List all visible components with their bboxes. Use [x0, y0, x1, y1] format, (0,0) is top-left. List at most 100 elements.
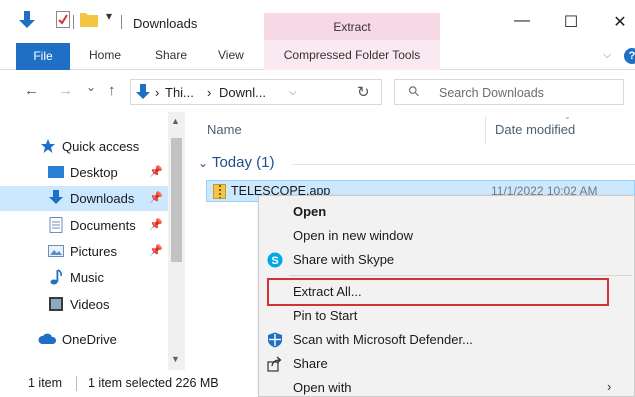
- pin-icon: 📌: [149, 219, 163, 231]
- nav-pane-scrollbar[interactable]: ▲ ▼: [168, 112, 185, 370]
- nav-label: Downloads: [70, 191, 135, 206]
- minimize-button[interactable]: —: [507, 12, 537, 30]
- maximize-button[interactable]: ☐: [556, 12, 586, 32]
- nav-item-documents[interactable]: Documents 📌: [0, 213, 168, 238]
- menu-item-share-with-skype[interactable]: S Share with Skype: [259, 248, 635, 272]
- menu-item-label: Share: [293, 356, 328, 371]
- breadcrumb-separator: ›: [207, 85, 212, 100]
- documents-icon: [49, 217, 63, 233]
- scroll-up-icon[interactable]: ▲: [171, 116, 180, 126]
- nav-label: Pictures: [70, 244, 117, 259]
- properties-icon[interactable]: [56, 11, 70, 28]
- title-separator: [73, 15, 74, 29]
- tab-file[interactable]: File: [16, 43, 70, 70]
- pin-icon: 📌: [149, 192, 163, 204]
- nav-label: OneDrive: [62, 332, 117, 347]
- extract-context-header[interactable]: Extract: [264, 13, 440, 40]
- defender-icon: [268, 332, 282, 348]
- downloads-icon: [49, 190, 63, 204]
- onedrive-icon: [38, 333, 57, 344]
- sort-indicator-icon: ⌄: [564, 112, 571, 121]
- menu-item-label: Scan with Microsoft Defender...: [293, 332, 473, 347]
- forward-button[interactable]: →: [58, 82, 73, 99]
- videos-icon: [49, 297, 63, 311]
- tab-home[interactable]: Home: [89, 40, 121, 70]
- nav-item-onedrive[interactable]: OneDrive: [0, 327, 168, 352]
- title-separator: [121, 15, 122, 29]
- tab-view[interactable]: View: [218, 40, 244, 70]
- share-icon: [267, 356, 282, 372]
- pin-icon: 📌: [149, 245, 163, 257]
- svg-text:S: S: [271, 255, 278, 267]
- breadcrumb-separator: ›: [155, 85, 160, 100]
- column-separator[interactable]: [485, 116, 486, 144]
- menu-separator: [289, 275, 632, 276]
- status-separator: [76, 376, 77, 391]
- menu-item-label: Open with: [293, 380, 352, 395]
- nav-item-videos[interactable]: Videos: [0, 292, 168, 317]
- group-header-today[interactable]: ⌄ Today (1): [198, 154, 275, 171]
- music-icon: [50, 269, 62, 285]
- search-icon: ⚲: [404, 81, 424, 101]
- menu-item-share[interactable]: Share: [259, 352, 635, 376]
- scrollbar-thumb[interactable]: [171, 138, 182, 262]
- nav-label: Music: [70, 270, 104, 285]
- nav-label: Quick access: [62, 139, 140, 154]
- address-bar[interactable]: › Thi... › Downl... ⌵ ↻: [130, 79, 382, 105]
- context-menu: Open Open in new window S Share with Sky…: [258, 195, 635, 397]
- recent-locations-button[interactable]: ⌄: [86, 80, 96, 94]
- status-item-count: 1 item: [28, 376, 63, 390]
- menu-item-scan-with-defender[interactable]: Scan with Microsoft Defender...: [259, 328, 635, 352]
- close-button[interactable]: ✕: [605, 12, 635, 32]
- menu-item-label: Share with Skype: [293, 252, 395, 267]
- downloads-location-icon: [136, 84, 150, 99]
- ribbon-expand-chevron-icon[interactable]: ⌵: [603, 49, 611, 62]
- menu-item-open-with[interactable]: Open with ›: [259, 376, 635, 397]
- breadcrumb-this-pc[interactable]: Thi...: [165, 85, 194, 100]
- back-button[interactable]: ←: [24, 82, 39, 99]
- search-box[interactable]: ⚲ Search Downloads: [394, 79, 624, 105]
- pictures-icon: [48, 245, 64, 257]
- zip-folder-icon: [213, 184, 226, 199]
- nav-item-pictures[interactable]: Pictures 📌: [0, 239, 168, 264]
- group-header-label: Today (1): [211, 154, 275, 171]
- menu-item-pin-to-start[interactable]: Pin to Start: [259, 304, 635, 328]
- nav-item-quick-access[interactable]: Quick access: [0, 134, 168, 159]
- window-title: Downloads: [133, 16, 198, 31]
- menu-item-open[interactable]: Open: [259, 200, 635, 224]
- tab-share[interactable]: Share: [155, 40, 187, 70]
- menu-item-open-in-new-window[interactable]: Open in new window: [259, 224, 635, 248]
- menu-item-label: Open: [293, 204, 327, 219]
- title-bar: ▾ Downloads Extract — ☐ ✕: [0, 0, 635, 40]
- downloads-arrow-icon[interactable]: [19, 11, 35, 29]
- collapse-group-icon: ⌄: [198, 156, 209, 170]
- breadcrumb-downloads[interactable]: Downl...: [219, 85, 266, 100]
- column-header-name[interactable]: Name: [207, 122, 242, 137]
- submenu-arrow-icon: ›: [607, 379, 612, 394]
- status-selection: 1 item selected 226 MB: [88, 376, 219, 390]
- up-button[interactable]: ↑: [108, 82, 116, 99]
- ribbon-tabs: File Home Share View Compressed Folder T…: [0, 40, 635, 70]
- address-row: ← → ⌄ ↑ › Thi... › Downl... ⌵ ↻ ⚲ Search…: [0, 70, 635, 112]
- menu-item-label: Pin to Start: [293, 308, 358, 323]
- nav-item-music[interactable]: Music: [0, 265, 168, 290]
- nav-label: Documents: [70, 218, 136, 233]
- tab-compressed-folder-tools[interactable]: Compressed Folder Tools: [264, 40, 440, 70]
- column-header-date-modified[interactable]: Date modified: [495, 122, 575, 137]
- menu-item-label: Open in new window: [293, 228, 413, 243]
- new-folder-icon[interactable]: [80, 11, 98, 27]
- address-dropdown-icon[interactable]: ⌵: [289, 87, 297, 98]
- nav-label: Desktop: [70, 165, 118, 180]
- nav-item-downloads[interactable]: Downloads 📌: [0, 186, 168, 211]
- quick-access-toolbar-dropdown-icon[interactable]: ▾: [106, 9, 112, 23]
- refresh-button[interactable]: ↻: [357, 83, 370, 101]
- help-icon[interactable]: ?: [624, 48, 635, 64]
- skype-icon: S: [267, 252, 283, 268]
- group-divider: [292, 164, 635, 165]
- scroll-down-icon[interactable]: ▼: [171, 354, 180, 364]
- search-placeholder: Search Downloads: [439, 86, 544, 100]
- nav-label: Videos: [70, 297, 110, 312]
- desktop-folder-icon: [48, 166, 64, 178]
- navigation-pane: Quick access Desktop 📌 Downloads 📌 Docum…: [0, 112, 190, 370]
- nav-item-desktop[interactable]: Desktop 📌: [0, 160, 168, 185]
